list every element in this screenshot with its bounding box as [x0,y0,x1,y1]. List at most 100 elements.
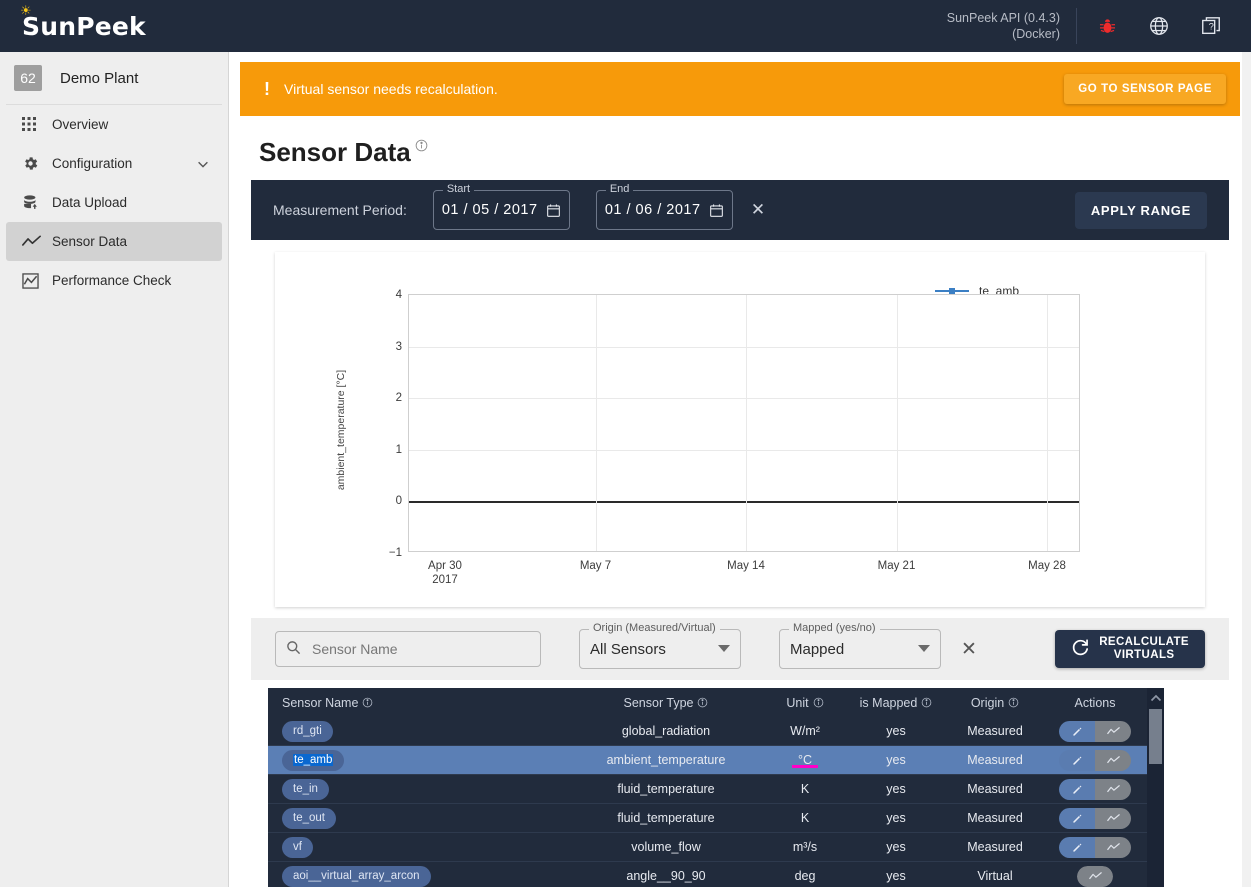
info-icon[interactable] [697,697,708,708]
view-chart-button[interactable] [1095,807,1131,829]
table-scrollbar[interactable] [1147,688,1164,887]
info-icon[interactable] [415,139,428,155]
edit-sensor-button[interactable] [1059,778,1095,800]
view-chart-button[interactable] [1095,836,1131,858]
table-header-sensor-type[interactable]: Sensor Type [566,696,766,710]
chart-gridline [746,295,747,551]
chart-plot-area[interactable]: 4 3 2 1 0 −1 Apr 30 2017 May 7 May 14 May 21 May 28 [389,289,1080,586]
chart-y-axis-label: ambient_temperature [°C] [335,369,348,490]
search-input[interactable] [310,640,520,658]
chart-y-tick: 4 [395,289,402,301]
view-chart-button[interactable] [1077,865,1113,887]
chevron-down-icon[interactable] [702,645,730,653]
info-icon[interactable] [1008,697,1019,708]
calendar-icon[interactable] [709,203,724,218]
table-row[interactable]: aoi__virtual_array_arcon angle__90_90 deg y… [268,862,1148,887]
end-date-field[interactable]: End 01 / 06 / 2017 [595,183,733,230]
clear-date-range-icon[interactable]: ✕ [751,200,765,220]
sensor-name-chip[interactable]: te_amb [282,749,345,771]
sidebar-item-overview[interactable]: Overview [6,105,222,144]
sensor-name-chip[interactable]: te_out [282,807,336,829]
end-date-value[interactable]: 01 / 06 / 2017 [605,202,701,218]
table-row[interactable]: te_out fluid_temperature Kyes Measured [268,804,1148,833]
table-row[interactable]: te_in fluid_temperature Kyes Measured [268,775,1148,804]
table-row[interactable]: rd_gti global_radiation W/m² yes Measured [268,717,1148,746]
edit-sensor-button[interactable] [1059,749,1095,771]
chevron-down-icon[interactable] [902,645,930,653]
table-header-unit[interactable]: Unit [766,696,844,710]
sensor-name-chip[interactable]: vf [282,836,313,858]
chart-y-tick: 3 [395,340,402,353]
view-chart-button[interactable] [1095,720,1131,742]
sensor-name-chip[interactable]: rd_gti [282,720,333,742]
table-header-label: Actions [1074,695,1116,710]
calendar-icon[interactable] [546,203,561,218]
info-icon[interactable] [813,697,824,708]
actions-cell [1042,778,1148,800]
main-content: ! Virtual sensor needs recalculation. GO… [229,52,1251,887]
edit-sensor-button[interactable] [1059,836,1095,858]
chart-y-tick: 2 [395,392,402,405]
chart-series-te_amb [409,501,1079,503]
unit-highlight-underline [792,765,818,768]
sensor-chart[interactable]: ambient_temperature [°C] te_amb 4 3 2 1 0 −1 A… [275,252,1205,607]
chevron-down-icon[interactable] [196,157,210,171]
start-date-field[interactable]: Start 01 / 05 / 2017 [432,183,570,230]
logo-label: SunPeek [22,11,146,41]
sun-icon: ☀ [20,3,32,19]
table-scrollbar-thumb[interactable] [1149,709,1162,764]
info-icon[interactable] [921,697,932,708]
mapped-select[interactable]: Mapped (yes/no) Mapped [779,622,941,669]
table-row[interactable]: te_amb ambient_temperature °C yes Measured [268,746,1148,775]
edit-sensor-button[interactable] [1059,807,1095,829]
page-title-wrap: Sensor Data [259,137,428,168]
sidebar-item-performance-check[interactable]: Performance Check [6,261,222,300]
action-button-group [1059,720,1131,742]
app-logo[interactable]: ☀ SunPeek [0,0,230,52]
info-icon[interactable] [362,697,373,708]
page-scrollbar-track[interactable] [1242,52,1251,887]
table-header-row: Sensor Name Sensor Type Unit is Mapped Origi… [268,688,1148,717]
chevron-up-icon[interactable] [1147,688,1164,709]
measurement-period-bar: Measurement Period: Start 01 / 05 / 2017… [251,180,1229,240]
table-header-origin[interactable]: Origin [948,696,1042,710]
sidebar-item-data-upload[interactable]: Data Upload [6,183,222,222]
table-row[interactable]: vf volume_flow m³/s yes Measured [268,833,1148,862]
sensor-type-cell: ambient_temperature [606,753,726,767]
is-mapped-cell: yes [886,753,906,767]
sensor-name-chip[interactable]: aoi__virtual_array_arcon [282,865,431,887]
view-chart-button[interactable] [1095,778,1131,800]
sidebar-item-sensor-data[interactable]: Sensor Data [6,222,222,261]
chart-x-tick: May 14 [727,560,765,572]
top-bar-right: SunPeek API (0.4.3) (Docker) ? [947,0,1251,52]
origin-cell: Measured [967,840,1023,854]
edit-sensor-button[interactable] [1059,720,1095,742]
help-docs-icon[interactable]: ? [1185,0,1237,52]
sidebar-item-configuration[interactable]: Configuration [6,144,222,183]
area-chart-icon [22,272,48,289]
go-to-sensor-page-button[interactable]: GO TO SENSOR PAGE [1064,74,1226,104]
apply-range-button[interactable]: APPLY RANGE [1074,191,1207,229]
table-body: rd_gti global_radiation W/m² yes Measured te_… [268,717,1148,887]
sensor-name-chip[interactable]: te_in [282,778,329,800]
table-header-sensor-name[interactable]: Sensor Name [268,696,566,710]
bug-icon[interactable] [1081,0,1133,52]
start-date-value[interactable]: 01 / 05 / 2017 [442,202,538,218]
recalculate-virtuals-button[interactable]: RECALCULATE VIRTUALS [1055,630,1205,668]
clear-filters-icon[interactable]: ✕ [961,638,977,661]
plant-selector[interactable]: 62 Demo Plant [0,52,228,104]
search-box[interactable] [275,631,541,667]
is-mapped-cell: yes [886,840,906,854]
recalculate-line1: RECALCULATE [1099,636,1189,648]
table-header-is-mapped[interactable]: is Mapped [844,696,948,710]
sensor-name-cell: vf [268,836,566,858]
grid-icon [22,117,48,132]
table-header-actions[interactable]: Actions [1042,696,1148,710]
view-chart-button[interactable] [1095,749,1131,771]
chart-y-tick: 0 [395,495,402,508]
logo-text: ☀ SunPeek [20,5,146,41]
chart-x-tick: May 28 [1028,560,1066,572]
origin-select[interactable]: Origin (Measured/Virtual) All Sensors [579,622,741,669]
sensor-type-cell: fluid_temperature [617,811,715,825]
globe-icon[interactable] [1133,0,1185,52]
